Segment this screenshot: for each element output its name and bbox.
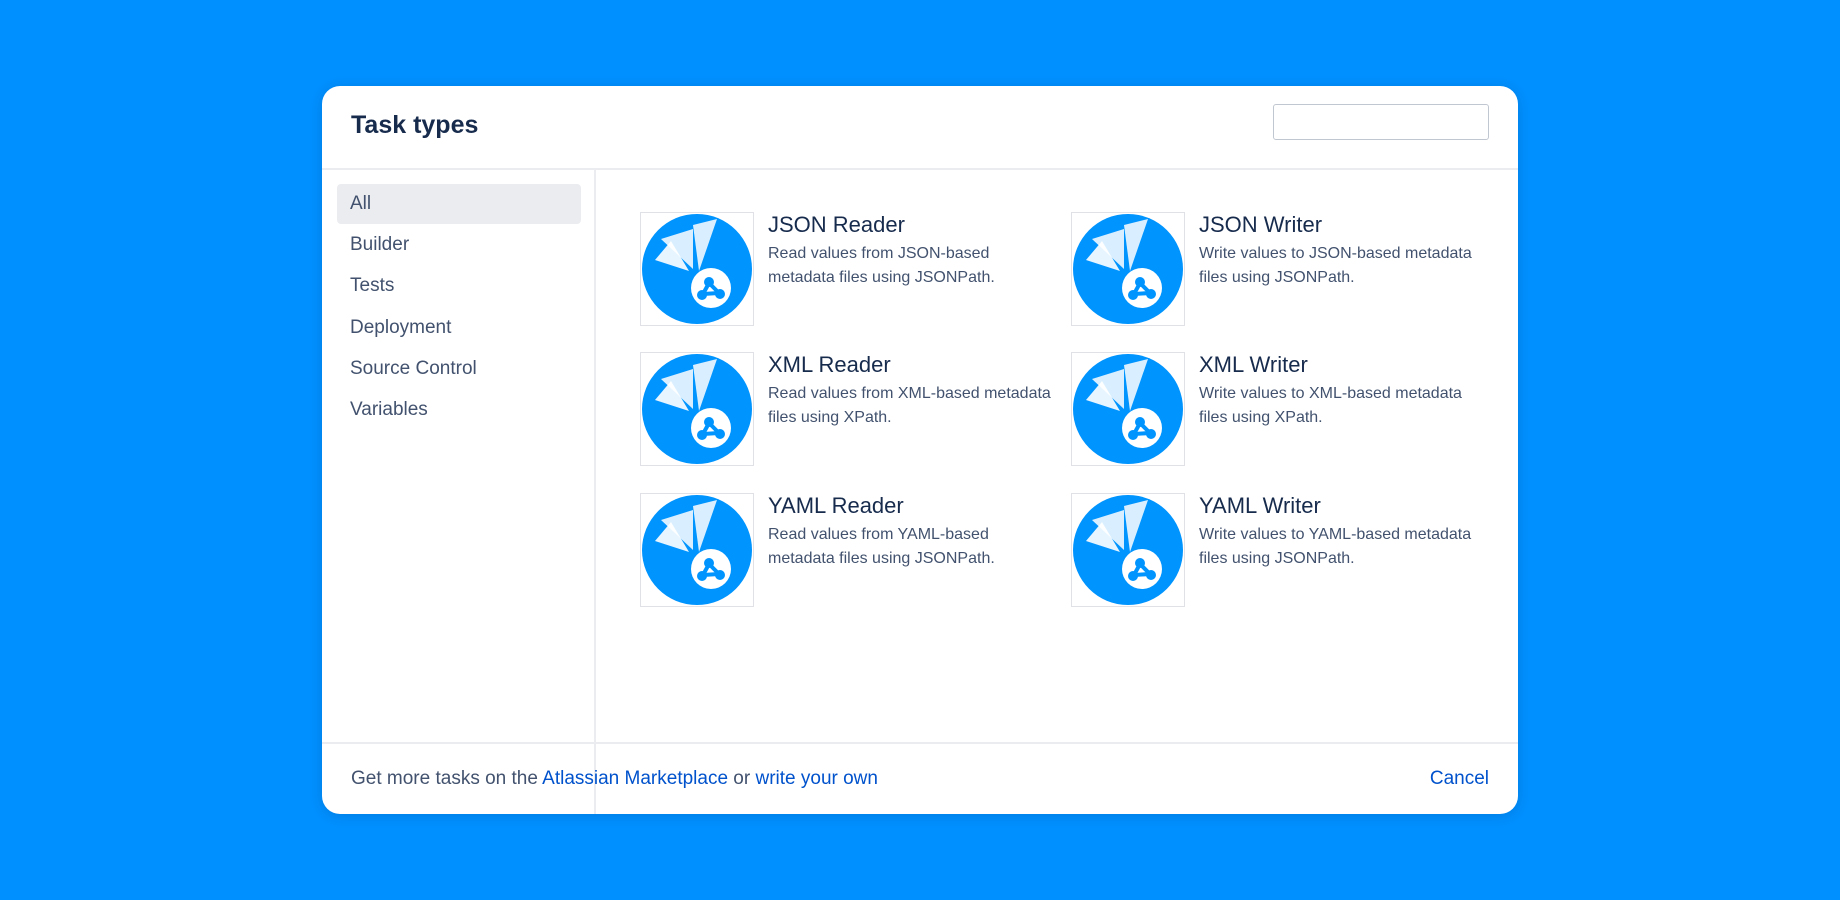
footer-connector: or — [728, 768, 756, 789]
task-description: Write values to YAML-based metadata file… — [1199, 526, 1472, 567]
task-card-yaml-reader[interactable]: YAML Reader Read values from YAML-based … — [640, 493, 1060, 607]
sidebar-item-deployment[interactable]: Deployment — [337, 308, 581, 348]
metadata-plugin-icon — [640, 352, 754, 466]
task-name: JSON Reader — [768, 212, 905, 237]
dialog-header: Task types — [322, 86, 1518, 170]
sidebar-item-all[interactable]: All — [337, 184, 581, 224]
task-description: Read values from XML-based metadata file… — [768, 385, 1051, 426]
task-card-json-writer[interactable]: JSON Writer Write values to JSON-based m… — [1071, 212, 1491, 326]
task-description: Write values to XML-based metadata files… — [1199, 385, 1462, 426]
footer-prefix: Get more tasks on the — [351, 768, 543, 789]
metadata-plugin-icon — [1071, 352, 1185, 466]
task-card-xml-writer[interactable]: XML Writer Write values to XML-based met… — [1071, 352, 1491, 466]
footer-text: Get more tasks on the Atlassian Marketpl… — [351, 768, 878, 790]
task-card-xml-reader[interactable]: XML Reader Read values from XML-based me… — [640, 352, 1060, 466]
sidebar-item-source-control[interactable]: Source Control — [337, 349, 581, 389]
metadata-plugin-icon — [1071, 212, 1185, 326]
sidebar-item-builder[interactable]: Builder — [337, 225, 581, 265]
task-name: YAML Writer — [1199, 493, 1321, 518]
sidebar-item-variables[interactable]: Variables — [337, 390, 581, 430]
sidebar-item-tests[interactable]: Tests — [337, 266, 581, 306]
task-types-dialog: Task types All Builder Tests Deployment … — [322, 86, 1518, 814]
metadata-plugin-icon — [640, 212, 754, 326]
task-card-yaml-writer[interactable]: YAML Writer Write values to YAML-based m… — [1071, 493, 1491, 607]
task-name: JSON Writer — [1199, 212, 1323, 237]
metadata-plugin-icon — [1071, 493, 1185, 607]
dialog-footer: Get more tasks on the Atlassian Marketpl… — [322, 742, 1518, 814]
search-input[interactable] — [1273, 104, 1489, 140]
atlassian-marketplace-link[interactable]: Atlassian Marketplace — [542, 768, 728, 789]
task-description: Write values to JSON-based metadata file… — [1199, 245, 1472, 286]
dialog-title: Task types — [351, 111, 479, 139]
category-sidebar: All Builder Tests Deployment Source Cont… — [322, 170, 596, 814]
task-name: YAML Reader — [768, 493, 904, 518]
task-name: XML Writer — [1199, 352, 1308, 377]
task-description: Read values from JSON-based metadata fil… — [768, 245, 995, 286]
task-card-json-reader[interactable]: JSON Reader Read values from JSON-based … — [640, 212, 1060, 326]
task-description: Read values from YAML-based metadata fil… — [768, 526, 995, 567]
write-your-own-link[interactable]: write your own — [755, 768, 878, 789]
task-name: XML Reader — [768, 352, 891, 377]
cancel-button[interactable]: Cancel — [1430, 768, 1489, 790]
metadata-plugin-icon — [640, 493, 754, 607]
